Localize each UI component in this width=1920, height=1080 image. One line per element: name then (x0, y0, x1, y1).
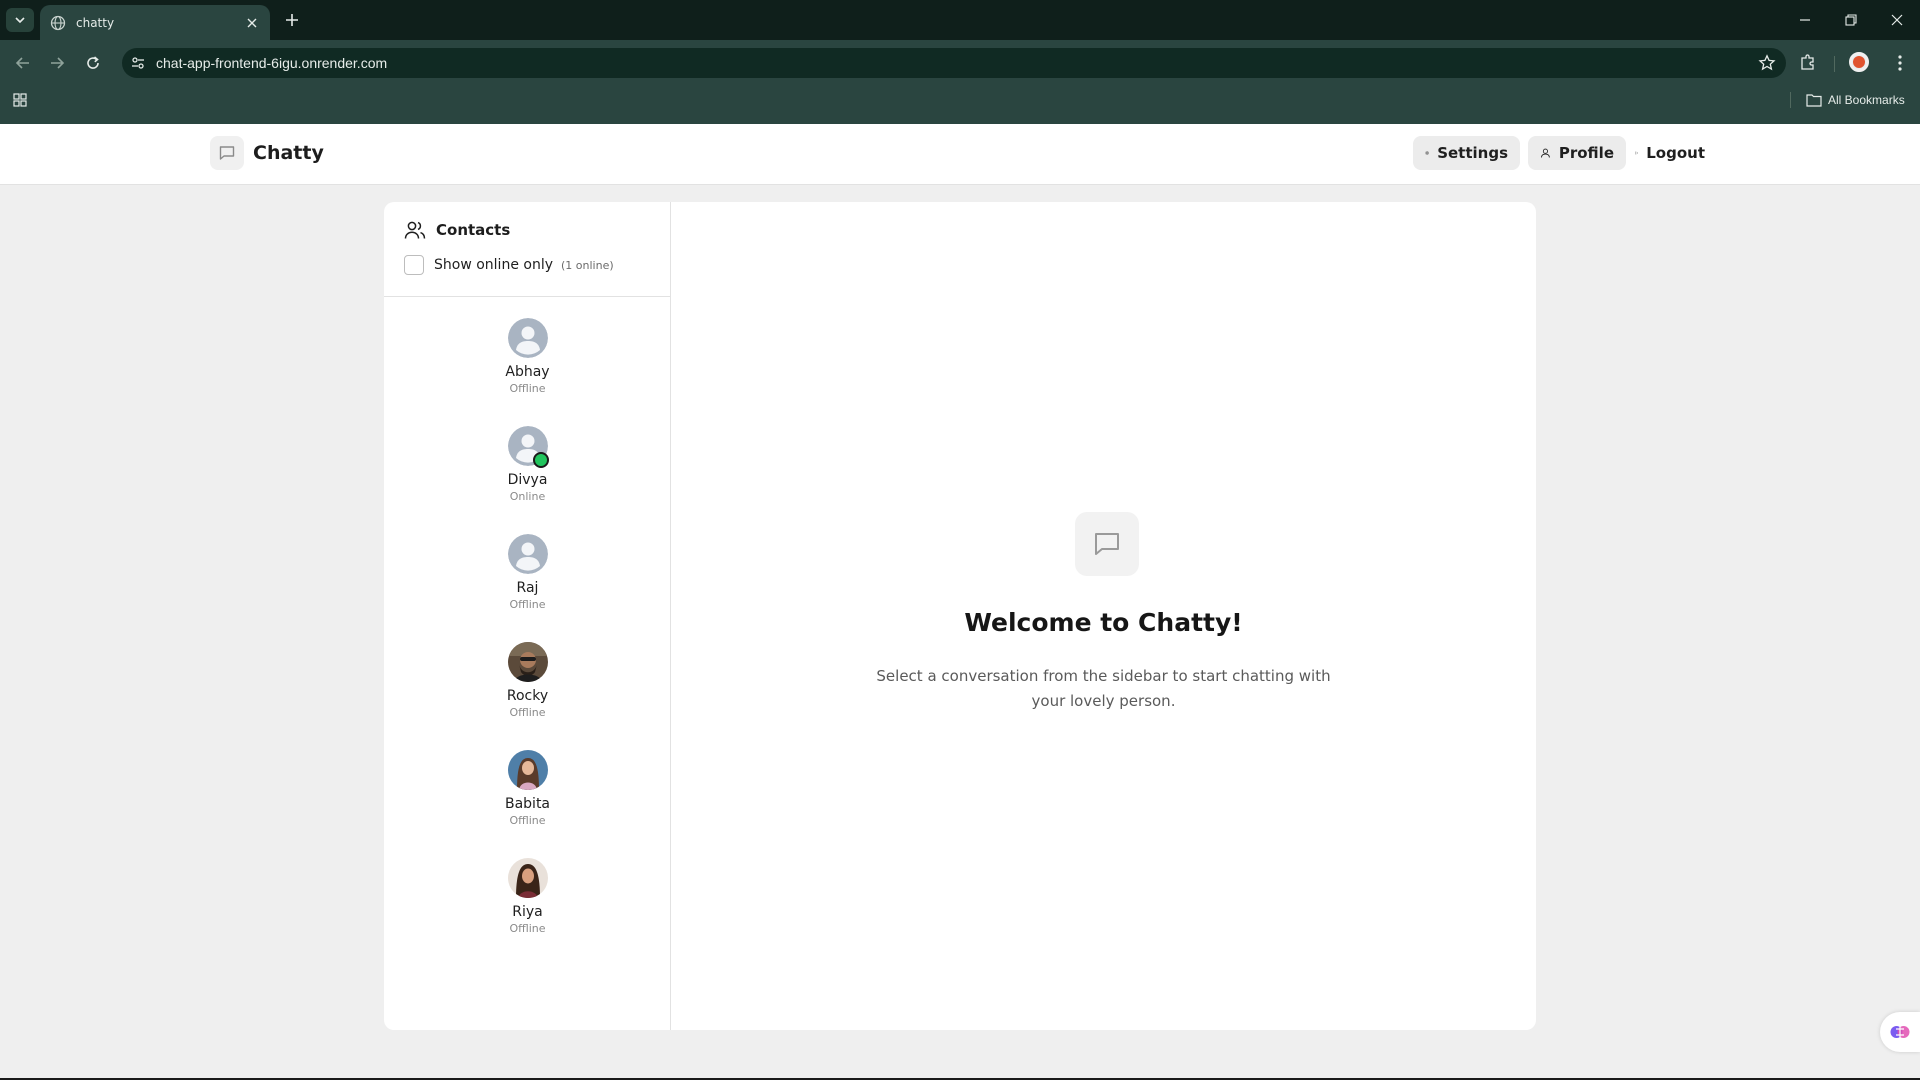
sidebar-header: Contacts Show online only (1 online) (384, 202, 671, 297)
url-text: chat-app-frontend-6igu.onrender.com (156, 55, 388, 71)
show-online-label[interactable]: Show online only (434, 257, 553, 273)
gear-icon (1425, 151, 1429, 155)
logout-button[interactable]: Logout (1627, 136, 1717, 170)
contact-status: Online (509, 490, 546, 503)
user-icon (1541, 148, 1550, 158)
contact-status: Offline (509, 922, 546, 935)
chat-container: Contacts Show online only (1 online) Abh… (384, 202, 1536, 1030)
toolbar-divider (1834, 56, 1835, 72)
welcome-panel: Welcome to Chatty! Select a conversation… (671, 202, 1536, 1030)
profile-button[interactable]: Profile (1528, 136, 1626, 170)
assistant-icon (1890, 1026, 1910, 1038)
contact-name: Raj (516, 580, 539, 596)
contact-status: Offline (509, 382, 546, 395)
brand-name[interactable]: Chatty (253, 142, 324, 164)
contact-photo-avatar (508, 642, 548, 682)
apps-grid-icon (13, 93, 27, 107)
contact-name: Divya (507, 472, 548, 488)
app-header: Chatty Settings Profile Logout (0, 124, 1920, 185)
logout-icon (1635, 151, 1639, 155)
online-filter[interactable]: Show online only (1 online) (404, 255, 614, 275)
globe-icon (50, 15, 66, 30)
contact-item-divya[interactable]: Divya Online (384, 420, 671, 528)
contact-list: Abhay Offline Divya Online Raj Offline R… (384, 312, 671, 960)
default-avatar-icon (508, 534, 548, 574)
arrow-left-icon (15, 57, 29, 69)
all-bookmarks-button[interactable]: All Bookmarks (1806, 90, 1905, 110)
reload-button[interactable] (82, 52, 104, 74)
contacts-heading: Contacts (404, 220, 510, 240)
contact-item-abhay[interactable]: Abhay Offline (384, 312, 671, 420)
browser-tab-strip: chatty (0, 0, 1920, 40)
all-bookmarks-label: All Bookmarks (1828, 93, 1905, 107)
welcome-chat-icon (1075, 512, 1139, 576)
tab-search-button[interactable] (6, 8, 34, 32)
reload-icon (87, 56, 99, 69)
minimize-button[interactable] (1790, 8, 1820, 32)
browser-menu-button[interactable] (1890, 52, 1910, 74)
contact-photo-avatar (508, 750, 548, 790)
online-count: (1 online) (561, 258, 614, 272)
online-indicator (533, 452, 549, 468)
arrow-right-icon (51, 57, 65, 69)
profile-label: Profile (1558, 144, 1614, 162)
contact-name: Riya (512, 904, 543, 920)
users-icon (404, 221, 426, 239)
restore-icon (1845, 14, 1857, 26)
contact-item-raj[interactable]: Raj Offline (384, 528, 671, 636)
back-button[interactable] (12, 52, 34, 74)
browser-tab[interactable]: chatty (40, 5, 270, 40)
close-window-button[interactable] (1882, 8, 1912, 32)
browser-toolbar: chat-app-frontend-6igu.onrender.com All … (0, 40, 1920, 124)
welcome-subtitle: Select a conversation from the sidebar t… (876, 667, 1331, 710)
bookmark-star-icon[interactable] (1758, 54, 1776, 72)
kebab-menu-icon (1898, 55, 1902, 71)
puzzle-icon (1801, 54, 1814, 70)
folder-icon (1806, 94, 1822, 107)
settings-button[interactable]: Settings (1413, 136, 1520, 170)
logout-label: Logout (1646, 144, 1705, 162)
chevron-down-icon (15, 17, 25, 24)
tab-title: chatty (76, 15, 115, 30)
contact-item-rocky[interactable]: Rocky Offline (384, 636, 671, 744)
welcome-title: Welcome to Chatty! (964, 608, 1243, 637)
message-square-icon (1095, 533, 1119, 555)
contact-name: Babita (504, 796, 551, 812)
new-tab-button[interactable] (282, 10, 302, 30)
close-icon[interactable] (244, 15, 260, 31)
plus-icon (286, 14, 298, 26)
message-square-icon (219, 146, 235, 160)
apps-button[interactable] (10, 90, 30, 110)
contact-status: Offline (509, 706, 546, 719)
extensions-button[interactable] (1797, 51, 1819, 73)
app-logo[interactable] (210, 136, 244, 170)
show-online-checkbox[interactable] (404, 255, 424, 275)
floating-assistant-button[interactable] (1880, 1012, 1920, 1052)
close-icon (1891, 14, 1903, 26)
contact-item-babita[interactable]: Babita Offline (384, 744, 671, 852)
contact-name: Rocky (506, 688, 549, 704)
contact-status: Offline (509, 598, 546, 611)
contact-item-riya[interactable]: Riya Offline (384, 852, 671, 960)
contact-status: Offline (509, 814, 546, 827)
contact-photo-avatar (508, 858, 548, 898)
bookmarks-divider (1790, 92, 1791, 108)
profile-avatar-button[interactable] (1849, 52, 1869, 72)
contacts-title: Contacts (436, 221, 511, 239)
settings-label: Settings (1437, 144, 1508, 162)
address-bar[interactable]: chat-app-frontend-6igu.onrender.com (122, 48, 1786, 78)
restore-button[interactable] (1836, 8, 1866, 32)
site-info-icon[interactable] (130, 55, 146, 71)
default-avatar-icon (508, 318, 548, 358)
app-page: Chatty Settings Profile Logout Contacts … (0, 124, 1920, 1080)
forward-button[interactable] (46, 52, 68, 74)
contacts-sidebar: Contacts Show online only (1 online) Abh… (384, 202, 671, 1030)
contact-name: Abhay (505, 364, 550, 380)
minimize-icon (1800, 19, 1810, 21)
